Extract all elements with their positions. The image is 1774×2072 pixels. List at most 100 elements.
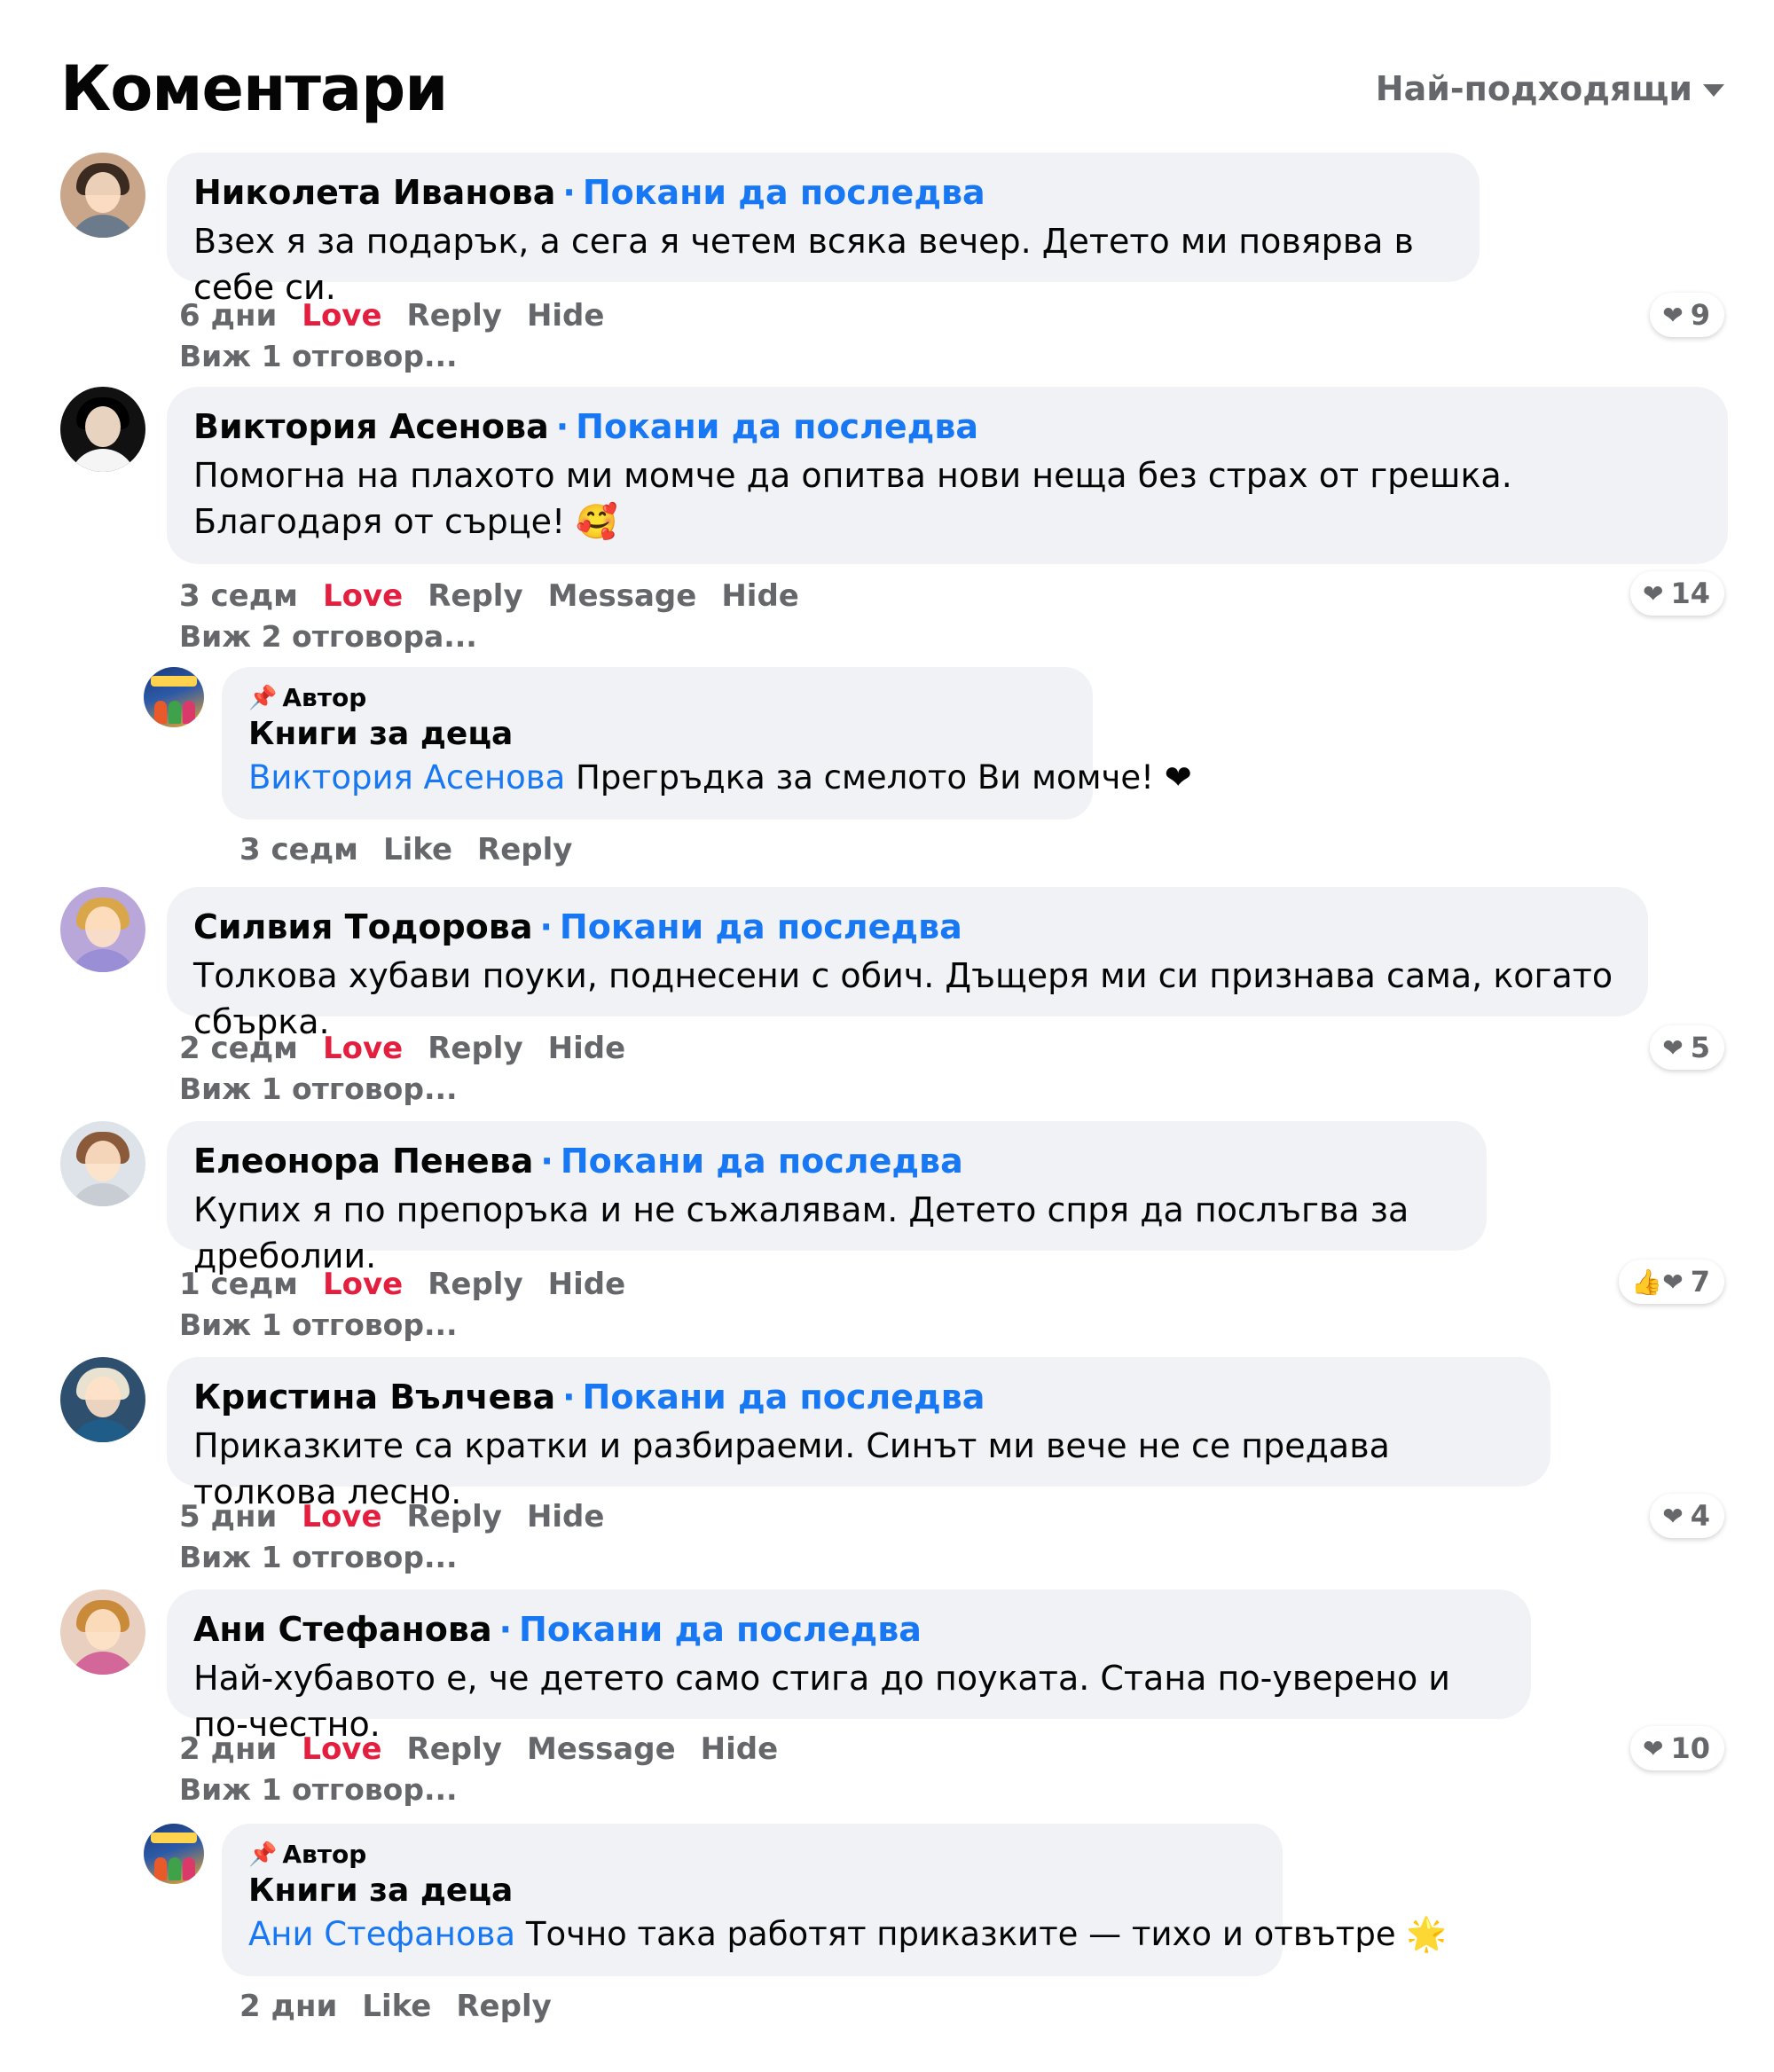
heart-icon: ❤ xyxy=(1643,578,1664,608)
page-title: Коментари xyxy=(60,52,448,125)
sort-dropdown[interactable]: Най-подходящи xyxy=(1376,69,1724,108)
page-name[interactable]: Книги за деца xyxy=(248,1870,1258,1912)
comment: Ани Стефанова · Покани да последва Най-хуб… xyxy=(60,1589,1724,1811)
comment: Силвия Тодорова · Покани да последва Толко… xyxy=(60,887,1724,1109)
pin-icon: 📌 xyxy=(248,1841,278,1868)
like-button[interactable]: Like xyxy=(362,1989,431,2024)
view-replies-link[interactable]: Виж 1 отговор... xyxy=(179,1772,458,1807)
reaction-count: 10 xyxy=(1670,1731,1710,1765)
avatar[interactable] xyxy=(60,153,145,238)
comments-section: Коментари Най-подходящи Николета Иванова… xyxy=(0,0,1774,2072)
reaction-count-badge[interactable]: ❤ 4 xyxy=(1650,1494,1724,1538)
like-heart-icon: 👍❤ xyxy=(1631,1267,1684,1297)
page-name[interactable]: Книги за деца xyxy=(248,713,1068,756)
hide-button[interactable]: Hide xyxy=(701,1731,779,1767)
message-button[interactable]: Message xyxy=(527,1731,676,1767)
author-name[interactable]: Ани Стефанова xyxy=(193,1610,492,1649)
timestamp[interactable]: 2 дни xyxy=(179,1731,277,1767)
reaction-count-badge[interactable]: 👍❤ 7 xyxy=(1619,1260,1724,1304)
author-reply: 📌 Автор Книги за деца Ани Стефанова Точн… xyxy=(144,1824,1447,2033)
invite-follow-link[interactable]: Покани да последва xyxy=(583,173,985,212)
comment-bubble: Елеонора Пенева · Покани да последва Купих… xyxy=(167,1121,1487,1275)
timestamp[interactable]: 5 дни xyxy=(179,1499,277,1534)
timestamp[interactable]: 2 дни xyxy=(239,1989,337,2024)
comment-actions: 3 седм Love Reply Message Hide xyxy=(179,578,799,614)
page-avatar[interactable] xyxy=(144,1824,204,1884)
hide-button[interactable]: Hide xyxy=(548,1031,626,1066)
invite-follow-link[interactable]: Покани да последва xyxy=(583,1377,985,1417)
caret-down-icon xyxy=(1703,84,1724,97)
view-replies-link[interactable]: Виж 1 отговор... xyxy=(179,1540,458,1574)
avatar[interactable] xyxy=(60,1589,145,1675)
mention-link[interactable]: Ани Стефанова xyxy=(248,1915,515,1953)
reply-actions: 2 дни Like Reply xyxy=(239,1989,552,2024)
reply-button[interactable]: Reply xyxy=(428,1031,522,1066)
comment: Виктория Асенова · Покани да последва Помо… xyxy=(60,387,1728,654)
avatar[interactable] xyxy=(60,1121,145,1206)
invite-follow-link[interactable]: Покани да последва xyxy=(561,1142,963,1181)
reply-button[interactable]: Reply xyxy=(407,298,502,334)
love-button[interactable]: Love xyxy=(323,1267,403,1302)
page-avatar[interactable] xyxy=(144,667,204,727)
author-name[interactable]: Николета Иванова xyxy=(193,173,555,212)
message-button[interactable]: Message xyxy=(548,578,697,614)
comment-actions: 1 седм Love Reply Hide xyxy=(179,1267,625,1302)
reaction-count-badge[interactable]: ❤ 9 xyxy=(1650,293,1724,337)
view-replies-link[interactable]: Виж 2 отговора... xyxy=(179,619,477,654)
invite-follow-link[interactable]: Покани да последва xyxy=(560,907,962,946)
reaction-count-badge[interactable]: ❤ 14 xyxy=(1630,571,1724,616)
view-replies-link[interactable]: Виж 1 отговор... xyxy=(179,339,458,373)
comment-actions: 6 дни Love Reply Hide xyxy=(179,298,604,334)
author-name[interactable]: Елеонора Пенева xyxy=(193,1142,533,1181)
author-badge: 📌 Автор xyxy=(248,1840,367,1869)
hide-button[interactable]: Hide xyxy=(721,578,799,614)
hide-button[interactable]: Hide xyxy=(527,298,605,334)
avatar[interactable] xyxy=(60,1357,145,1442)
reaction-count: 9 xyxy=(1690,298,1710,332)
reply-message: Точно така работят приказките — тихо и о… xyxy=(525,1915,1448,1953)
timestamp[interactable]: 6 дни xyxy=(179,298,277,334)
avatar[interactable] xyxy=(60,887,145,972)
reply-button[interactable]: Reply xyxy=(407,1731,502,1767)
comment-actions: 2 дни Love Reply Message Hide xyxy=(179,1731,778,1767)
hide-button[interactable]: Hide xyxy=(548,1267,626,1302)
avatar[interactable] xyxy=(60,387,145,472)
comments-header: Коментари Най-подходящи xyxy=(60,46,1724,131)
love-button[interactable]: Love xyxy=(302,1499,381,1534)
comment: Елеонора Пенева · Покани да последва Купих… xyxy=(60,1121,1724,1343)
mention-link[interactable]: Виктория Асенова xyxy=(248,758,565,797)
love-button[interactable]: Love xyxy=(302,1731,381,1767)
comment-text: Купих я по препоръка и не съжалявам. Дет… xyxy=(193,1190,1409,1275)
reply-button[interactable]: Reply xyxy=(407,1499,502,1534)
love-button[interactable]: Love xyxy=(323,578,403,614)
reaction-count-badge[interactable]: ❤ 5 xyxy=(1650,1025,1724,1070)
reply-button[interactable]: Reply xyxy=(428,1267,522,1302)
timestamp[interactable]: 3 седм xyxy=(239,832,358,867)
comment: Кристина Вълчева · Покани да последва Прик… xyxy=(60,1357,1724,1579)
author-name[interactable]: Кристина Вълчева xyxy=(193,1377,555,1417)
author-name[interactable]: Силвия Тодорова xyxy=(193,907,532,946)
pin-icon: 📌 xyxy=(248,685,278,711)
author-name[interactable]: Виктория Асенова xyxy=(193,407,549,446)
invite-follow-link[interactable]: Покани да последва xyxy=(576,407,978,446)
timestamp[interactable]: 1 седм xyxy=(179,1267,298,1302)
timestamp[interactable]: 2 седм xyxy=(179,1031,298,1066)
view-replies-link[interactable]: Виж 1 отговор... xyxy=(179,1307,458,1342)
invite-follow-link[interactable]: Покани да последва xyxy=(519,1610,922,1649)
comment-text: Взех я за подарък, а сега я четем всяка … xyxy=(193,222,1414,307)
reply-bubble: 📌 Автор Книги за деца Виктория Асенова П… xyxy=(222,667,1192,820)
view-replies-link[interactable]: Виж 1 отговор... xyxy=(179,1071,458,1106)
reply-text: Ани Стефанова Точно така работят приказк… xyxy=(248,1912,1447,1957)
reaction-count-badge[interactable]: ❤ 10 xyxy=(1630,1726,1724,1770)
timestamp[interactable]: 3 седм xyxy=(179,578,298,614)
like-button[interactable]: Like xyxy=(383,832,452,867)
love-button[interactable]: Love xyxy=(302,298,381,334)
reaction-count: 5 xyxy=(1690,1031,1710,1064)
author-badge: 📌 Автор xyxy=(248,683,367,712)
love-button[interactable]: Love xyxy=(323,1031,403,1066)
reply-button[interactable]: Reply xyxy=(428,578,522,614)
reply-button[interactable]: Reply xyxy=(456,1989,551,2024)
hide-button[interactable]: Hide xyxy=(527,1499,605,1534)
reply-button[interactable]: Reply xyxy=(477,832,572,867)
comment-actions: 5 дни Love Reply Hide xyxy=(179,1499,604,1534)
